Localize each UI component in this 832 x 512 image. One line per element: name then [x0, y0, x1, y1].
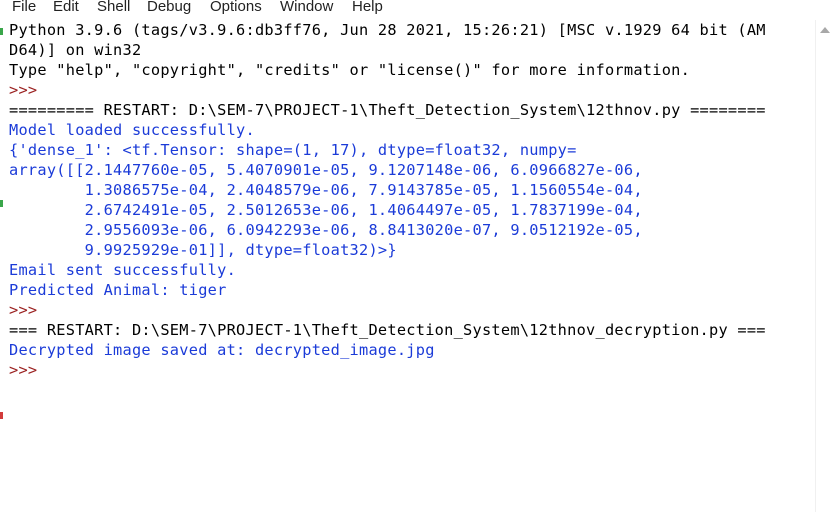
- menu-debug[interactable]: Debug: [147, 0, 191, 16]
- shell-line: 2.6742491e-05, 2.5012653e-06, 1.4064497e…: [9, 201, 643, 219]
- shell-prompt: >>>: [9, 301, 47, 319]
- menu-options[interactable]: Options: [210, 0, 262, 16]
- menu-bar: File Edit Shell Debug Options Window Hel…: [0, 0, 832, 17]
- shell-line: Predicted Animal: tiger: [9, 281, 227, 299]
- shell-line: Email sent successfully.: [9, 261, 237, 279]
- shell-line: {'dense_1': <tf.Tensor: shape=(1, 17), d…: [9, 141, 577, 159]
- shell-output[interactable]: Python 3.9.6 (tags/v3.9.6:db3ff76, Jun 2…: [3, 20, 815, 512]
- shell-line: D64)] on win32: [9, 41, 142, 59]
- shell-line: 1.3086575e-04, 2.4048579e-06, 7.9143785e…: [9, 181, 643, 199]
- vertical-scrollbar[interactable]: [815, 20, 832, 512]
- shell-prompt: >>>: [9, 361, 47, 379]
- menu-window[interactable]: Window: [280, 0, 333, 16]
- scroll-up-arrow-icon[interactable]: [820, 27, 830, 33]
- shell-prompt: >>>: [9, 81, 47, 99]
- shell-line: Model loaded successfully.: [9, 121, 255, 139]
- shell-line: 2.9556093e-06, 6.0942293e-06, 8.8413020e…: [9, 221, 643, 239]
- restart-banner: === RESTART: D:\SEM-7\PROJECT-1\Theft_De…: [9, 321, 766, 339]
- menu-help[interactable]: Help: [352, 0, 383, 16]
- shell-line: 9.9925929e-01]], dtype=float32)>}: [9, 241, 397, 259]
- shell-line: Python 3.9.6 (tags/v3.9.6:db3ff76, Jun 2…: [9, 21, 766, 39]
- shell-line: Type "help", "copyright", "credits" or "…: [9, 61, 691, 79]
- menu-shell[interactable]: Shell: [97, 0, 130, 16]
- shell-line: Decrypted image saved at: decrypted_imag…: [9, 341, 435, 359]
- menu-file[interactable]: File: [12, 0, 36, 16]
- shell-line: array([[2.1447760e-05, 5.4070901e-05, 9.…: [9, 161, 643, 179]
- restart-banner: ========= RESTART: D:\SEM-7\PROJECT-1\Th…: [9, 101, 766, 119]
- menu-edit[interactable]: Edit: [53, 0, 79, 16]
